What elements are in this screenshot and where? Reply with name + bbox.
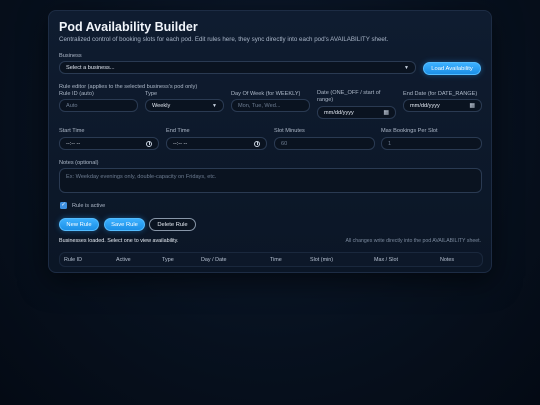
calendar-icon[interactable]: ▦	[469, 102, 475, 109]
end-date-input-value: mm/dd/yyyy	[410, 102, 440, 109]
column-header-max-slot: Max / Slot	[374, 257, 398, 263]
type-label: Type	[145, 91, 158, 97]
rule-active-checkbox[interactable]: ✓	[60, 202, 67, 209]
slot-minutes-label: Slot Minutes	[274, 128, 305, 134]
column-header-slot-min: Slot (min)	[310, 257, 334, 263]
rule-id-label: Rule ID (auto)	[59, 91, 94, 97]
calendar-icon[interactable]: ▦	[383, 109, 389, 116]
start-time-value: --:-- --	[66, 140, 81, 147]
end-time-input[interactable]: --:-- --	[166, 137, 267, 150]
end-date-label: End Date (for DATE_RANGE)	[403, 91, 478, 97]
chevron-down-icon: ▼	[404, 64, 409, 71]
page-subtitle: Centralized control of booking slots for…	[59, 36, 389, 43]
availability-panel: Pod Availability Builder Centralized con…	[48, 10, 492, 273]
type-select-value: Weekly	[152, 102, 171, 109]
column-header-rule-id: Rule ID	[64, 257, 82, 263]
day-of-week-input[interactable]: Mon, Tue, Wed...	[231, 99, 310, 112]
column-header-type: Type	[162, 257, 174, 263]
column-header-time: Time	[270, 257, 282, 263]
slot-minutes-input[interactable]: 60	[274, 137, 375, 150]
max-bookings-label: Max Bookings Per Slot	[381, 128, 438, 134]
type-select[interactable]: Weekly ▼	[145, 99, 224, 112]
start-time-label: Start Time	[59, 128, 85, 134]
notes-label: Notes (optional)	[59, 160, 99, 166]
start-time-input[interactable]: --:-- --	[59, 137, 159, 150]
rule-active-label: Rule is active	[72, 203, 106, 209]
end-time-label: End Time	[166, 128, 190, 134]
rules-table-header: Rule ID Active Type Day / Date Time Slot…	[59, 252, 483, 267]
chevron-down-icon: ▼	[212, 102, 217, 109]
end-time-value: --:-- --	[173, 140, 188, 147]
end-date-input[interactable]: mm/dd/yyyy ▦	[403, 99, 482, 112]
clock-icon[interactable]	[146, 140, 152, 147]
rule-editor-heading: Rule editor (applies to the selected bus…	[59, 84, 198, 90]
sync-note: All changes write directly into the pod …	[345, 238, 481, 244]
status-message: Businesses loaded. Select one to view av…	[59, 238, 179, 244]
day-of-week-label: Day Of Week (for WEEKLY)	[231, 91, 301, 97]
date-label: Date (ONE_OFF / start of range)	[317, 90, 381, 103]
new-rule-button[interactable]: New Rule	[59, 218, 99, 231]
column-header-notes: Notes	[440, 257, 455, 263]
delete-rule-button[interactable]: Delete Rule	[149, 218, 196, 231]
max-bookings-input[interactable]: 1	[381, 137, 482, 150]
business-select-value: Select a business...	[66, 64, 115, 71]
column-header-active: Active	[116, 257, 131, 263]
save-rule-button[interactable]: Save Rule	[104, 218, 145, 231]
business-select[interactable]: Select a business... ▼	[59, 61, 416, 74]
date-input-value: mm/dd/yyyy	[324, 109, 354, 116]
load-availability-button[interactable]: Load Availability	[423, 62, 481, 75]
clock-icon[interactable]	[254, 140, 260, 147]
business-label: Business	[59, 53, 82, 59]
rule-id-input[interactable]: Auto	[59, 99, 138, 112]
notes-textarea[interactable]: Ex: Weekday evenings only, double-capaci…	[59, 168, 482, 193]
date-input[interactable]: mm/dd/yyyy ▦	[317, 106, 396, 119]
column-header-day-date: Day / Date	[201, 257, 227, 263]
page-title: Pod Availability Builder	[59, 20, 198, 34]
